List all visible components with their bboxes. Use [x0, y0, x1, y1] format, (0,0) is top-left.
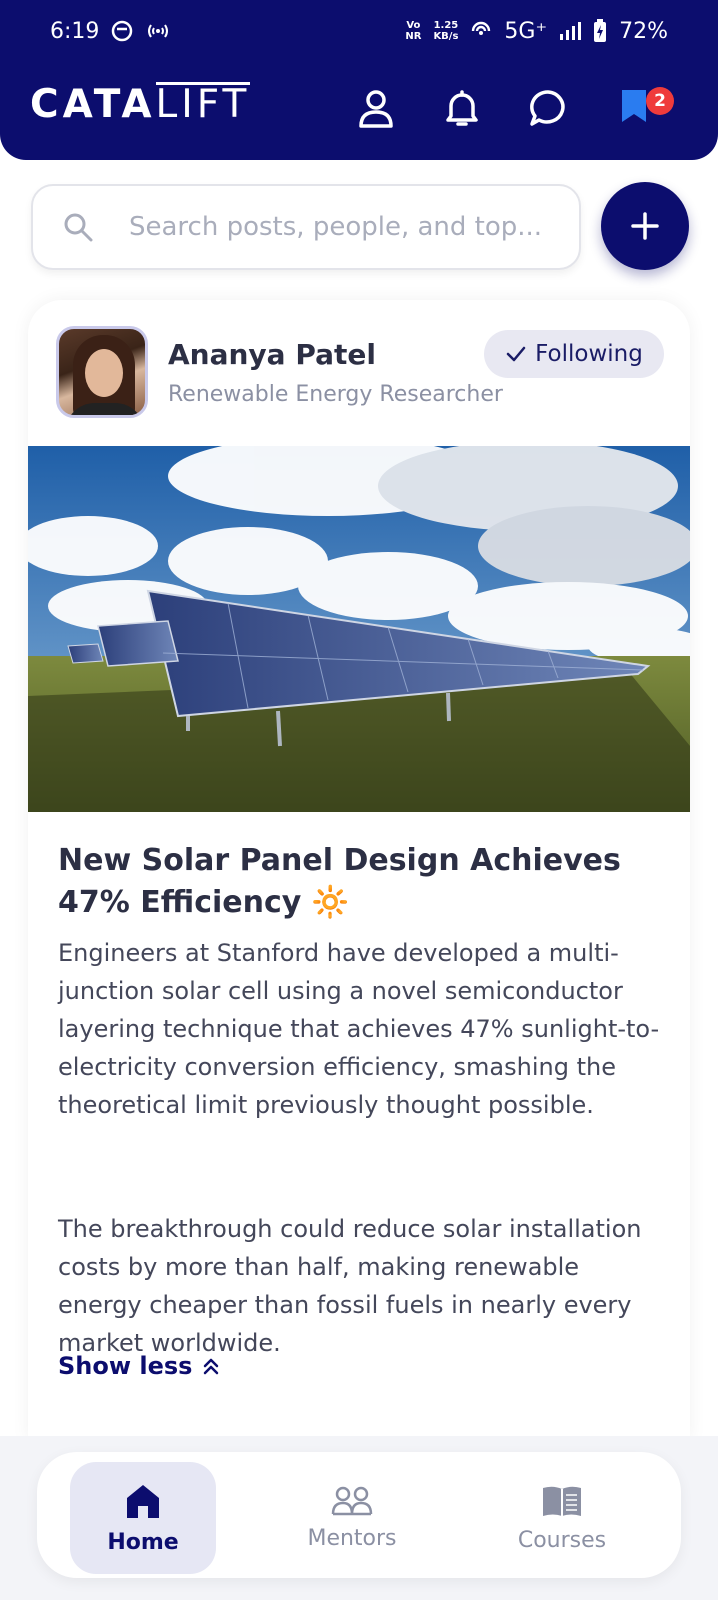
wifi-call-icon — [472, 21, 491, 35]
status-bar: 6:19 Vo NR 1.25 KB/s 5G⁺ 72% — [0, 0, 718, 62]
battery-level: 72% — [619, 18, 668, 44]
following-label: Following — [535, 341, 643, 367]
check-icon — [506, 346, 526, 362]
author-role: Renewable Energy Researcher — [168, 382, 503, 407]
double-chevron-up-icon — [204, 1358, 219, 1375]
chat-icon[interactable] — [528, 88, 568, 128]
signal-icon — [560, 22, 582, 40]
people-icon — [331, 1486, 373, 1515]
nav-label-home: Home — [107, 1529, 179, 1555]
app-header: 6:19 Vo NR 1.25 KB/s 5G⁺ 72% CATALIFT 2 — [0, 0, 718, 160]
following-button[interactable]: Following — [484, 330, 664, 378]
nav-item-home[interactable]: Home — [70, 1462, 216, 1574]
nav-item-courses[interactable]: Courses — [489, 1462, 635, 1574]
book-icon — [543, 1486, 581, 1516]
search-input[interactable]: Search posts, people, and top... — [129, 212, 559, 242]
add-post-button[interactable] — [601, 182, 689, 270]
app-logo: CATALIFT — [30, 82, 251, 127]
hotspot-icon — [148, 24, 169, 38]
show-less-button[interactable]: Show less — [58, 1352, 220, 1380]
sun-emoji: 🔆 — [311, 885, 350, 920]
notification-badge: 2 — [646, 87, 674, 115]
post-paragraph-1: Engineers at Stanford have developed a m… — [58, 939, 660, 1119]
volte-indicator: Vo NR — [405, 20, 422, 42]
search-bar[interactable]: Search posts, people, and top... — [31, 184, 581, 270]
bottom-nav: Home Mentors Courses — [37, 1452, 681, 1578]
home-icon — [127, 1484, 159, 1518]
post-image[interactable] — [28, 446, 690, 812]
app-notification-icon — [112, 20, 133, 42]
nav-label-mentors: Mentors — [307, 1525, 397, 1551]
post-card: Ananya Patel Renewable Energy Researcher… — [28, 300, 690, 1440]
bell-icon[interactable] — [442, 88, 482, 128]
nav-label-courses: Courses — [517, 1527, 607, 1553]
status-time: 6:19 — [50, 18, 100, 44]
post-title: New Solar Panel Design Achieves 47% Effi… — [58, 843, 621, 920]
network-speed: 1.25 KB/s — [433, 20, 459, 42]
search-icon — [64, 213, 93, 242]
post-paragraph-2: The breakthrough could reduce solar inst… — [58, 1215, 642, 1357]
avatar[interactable] — [56, 326, 148, 418]
plus-icon — [631, 212, 659, 240]
author-name[interactable]: Ananya Patel — [168, 338, 376, 371]
profile-icon[interactable] — [356, 88, 396, 128]
battery-icon — [594, 19, 607, 42]
signal-type: 5G⁺ — [504, 18, 548, 44]
nav-item-mentors[interactable]: Mentors — [279, 1462, 425, 1574]
